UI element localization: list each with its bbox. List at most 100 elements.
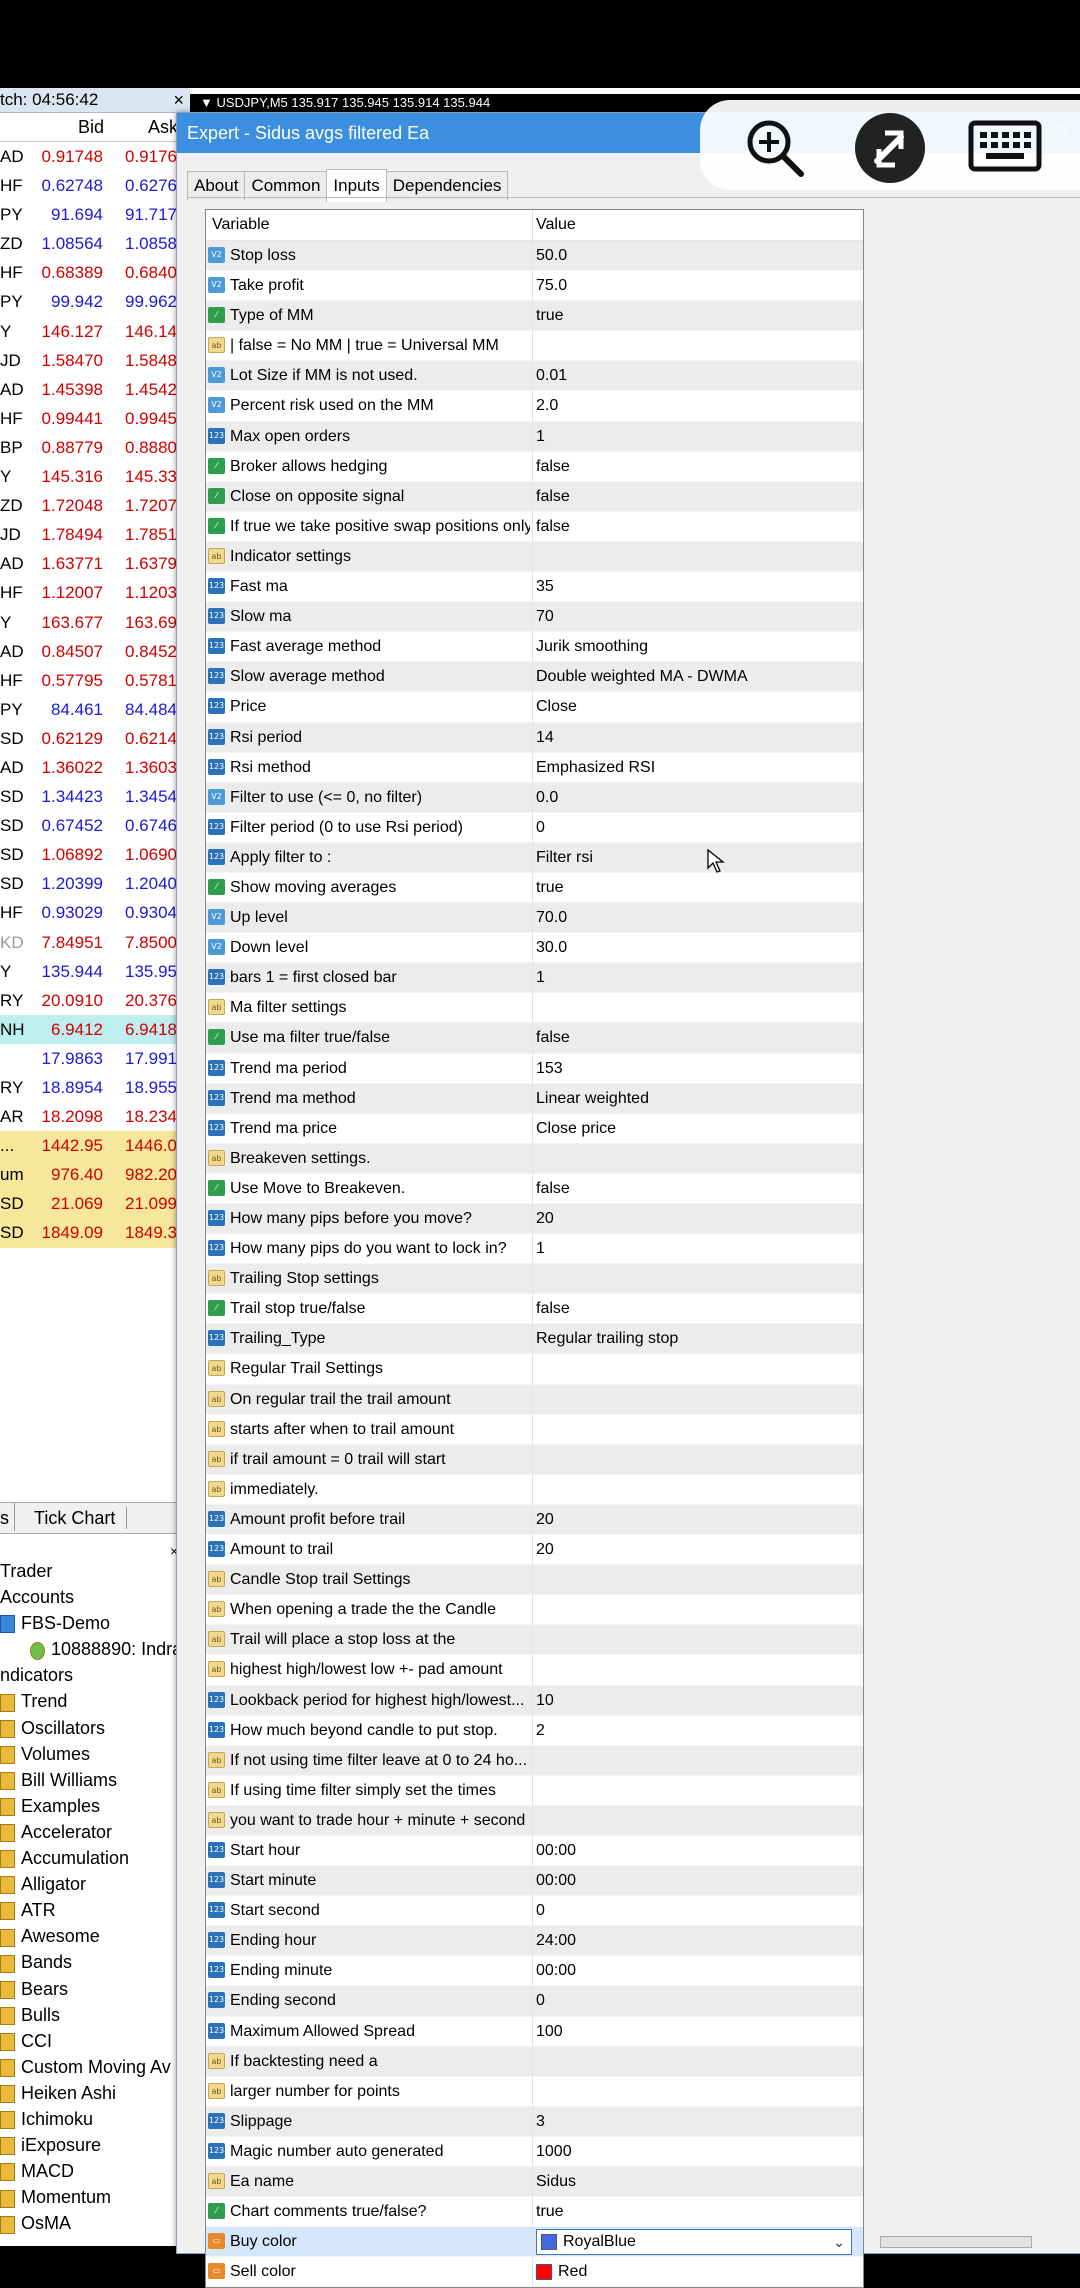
input-value[interactable]: 100 bbox=[536, 2017, 856, 2046]
navigator-item[interactable]: Custom Moving Av bbox=[0, 2054, 190, 2080]
navigator-item[interactable]: OsMA bbox=[0, 2210, 190, 2236]
input-value[interactable]: false bbox=[536, 512, 856, 541]
market-watch-row[interactable]: ... 1442.95 1446.00 bbox=[0, 1131, 190, 1161]
input-value[interactable]: 3 bbox=[536, 2107, 856, 2136]
input-row[interactable]: 123 Maximum Allowed Spread 100 bbox=[206, 2016, 863, 2047]
market-watch-row[interactable]: AD 0.84507 0.84528 bbox=[0, 637, 190, 666]
market-watch-row[interactable]: AD 1.45398 1.45422 bbox=[0, 375, 190, 404]
input-row[interactable]: V2 Filter to use (<= 0, no filter) 0.0 bbox=[206, 782, 863, 813]
input-value[interactable]: true bbox=[536, 301, 856, 330]
market-watch-row[interactable]: Y 145.316 145.333 bbox=[0, 462, 190, 491]
input-row[interactable]: ab if trail amount = 0 trail will start bbox=[206, 1444, 863, 1475]
input-value[interactable]: false bbox=[536, 1174, 856, 1203]
navigator-item[interactable]: Bands bbox=[0, 1949, 190, 1975]
input-row[interactable]: 123 Slow ma 70 bbox=[206, 602, 863, 633]
input-row[interactable]: 123 Trend ma price Close price bbox=[206, 1113, 863, 1144]
input-row[interactable]: 123 Filter period (0 to use Rsi period) 0 bbox=[206, 812, 863, 843]
input-value[interactable]: 2.0 bbox=[536, 391, 856, 420]
input-row[interactable]: ab Trailing Stop settings bbox=[206, 1264, 863, 1295]
input-row[interactable]: 123 Amount profit before trail 20 bbox=[206, 1504, 863, 1536]
input-row[interactable]: ⁄ Broker allows hedging false bbox=[206, 451, 863, 482]
input-row[interactable]: 123 Start minute 00:00 bbox=[206, 1866, 863, 1897]
value-column-header[interactable]: Value bbox=[536, 210, 576, 240]
market-watch-row[interactable]: ZD 1.08564 1.08587 bbox=[0, 229, 190, 258]
navigator-item[interactable]: Accounts bbox=[0, 1584, 190, 1610]
variable-column-header[interactable]: Variable bbox=[212, 210, 270, 240]
input-row[interactable]: ⁄ Close on opposite signal false bbox=[206, 481, 863, 512]
market-watch-row[interactable]: Y 135.944 135.955 bbox=[0, 957, 190, 986]
navigator-item[interactable]: Accumulation bbox=[0, 1845, 190, 1871]
tab-symbols[interactable]: s bbox=[0, 1503, 9, 1533]
remote-desktop-icon[interactable] bbox=[855, 113, 925, 183]
input-row[interactable]: ab starts after when to trail amount bbox=[206, 1414, 863, 1445]
input-value[interactable]: 1 bbox=[536, 422, 856, 451]
market-watch-row[interactable]: SD 1.34423 1.34540 bbox=[0, 782, 190, 811]
input-row[interactable]: ab larger number for points bbox=[206, 2076, 863, 2107]
bid-column-header[interactable]: Bid bbox=[78, 113, 104, 141]
input-row[interactable]: ab When opening a trade the the Candle bbox=[206, 1595, 863, 1626]
navigator-item[interactable]: ATR bbox=[0, 1897, 190, 1923]
input-row[interactable]: ab Breakeven settings. bbox=[206, 1143, 863, 1174]
navigator-item[interactable]: Accelerator bbox=[0, 1819, 190, 1845]
input-row[interactable]: ab On regular trail the trail amount bbox=[206, 1384, 863, 1415]
market-watch-row[interactable]: HF 0.57795 0.57815 bbox=[0, 666, 190, 695]
input-row[interactable]: 123 Lookback period for highest high/lowe… bbox=[206, 1685, 863, 1716]
input-row[interactable]: ⁄ Chart comments true/false? true bbox=[206, 2197, 863, 2228]
navigator-item[interactable]: Oscillators bbox=[0, 1715, 190, 1741]
input-value[interactable]: false bbox=[536, 482, 856, 511]
input-row[interactable]: ab | false = No MM | true = Universal MM bbox=[206, 331, 863, 362]
input-row[interactable]: ab Regular Trail Settings bbox=[206, 1354, 863, 1385]
input-value[interactable]: 00:00 bbox=[536, 1836, 856, 1865]
ask-column-header[interactable]: Ask bbox=[148, 113, 178, 141]
input-value[interactable]: 0 bbox=[536, 1896, 856, 1925]
input-value[interactable]: 70.0 bbox=[536, 903, 856, 932]
dialog-button-partial[interactable] bbox=[880, 2236, 1032, 2248]
input-row[interactable]: 123 Slow average method Double weighted MA… bbox=[206, 662, 863, 693]
navigator-item[interactable]: Heiken Ashi bbox=[0, 2080, 190, 2106]
input-value[interactable]: 35 bbox=[536, 572, 856, 601]
input-row[interactable]: ⁄ Use Move to Breakeven. false bbox=[206, 1173, 863, 1204]
input-value[interactable]: 1 bbox=[536, 1234, 856, 1263]
input-value[interactable]: Filter rsi bbox=[536, 843, 856, 872]
navigator-item[interactable]: Examples bbox=[0, 1793, 190, 1819]
input-row[interactable]: ab Ea name Sidus bbox=[206, 2167, 863, 2198]
input-row[interactable]: 123 How much beyond candle to put stop. 2 bbox=[206, 1715, 863, 1746]
market-watch-row[interactable]: HF 0.99441 0.99459 bbox=[0, 404, 190, 433]
market-watch-row[interactable]: Y 146.127 146.144 bbox=[0, 317, 190, 346]
input-value[interactable]: Emphasized RSI bbox=[536, 753, 856, 782]
market-watch-row[interactable]: SD 1.06892 1.06901 bbox=[0, 840, 190, 869]
navigator-item[interactable]: Bill Williams bbox=[0, 1767, 190, 1793]
market-watch-row[interactable]: PY 84.461 84.484 bbox=[0, 695, 190, 724]
market-watch-row[interactable]: HF 0.93029 0.93040 bbox=[0, 898, 190, 927]
input-row[interactable]: ab If not using time filter leave at 0 to… bbox=[206, 1745, 863, 1776]
navigator-item[interactable]: CCI bbox=[0, 2028, 190, 2054]
navigator-item[interactable]: Ichimoku bbox=[0, 2106, 190, 2132]
input-row[interactable]: V2 Stop loss 50.0 bbox=[206, 241, 863, 272]
input-row[interactable]: ⁄ If true we take positive swap positions… bbox=[206, 511, 863, 542]
input-row[interactable]: ab immediately. bbox=[206, 1474, 863, 1505]
market-watch-row[interactable]: HF 1.12007 1.12031 bbox=[0, 578, 190, 607]
input-row[interactable]: 123 Fast average method Jurik smoothing bbox=[206, 632, 863, 663]
input-row[interactable]: ab If using time filter simply set the ti… bbox=[206, 1775, 863, 1806]
market-watch-row[interactable]: AD 1.36022 1.36034 bbox=[0, 753, 190, 782]
market-watch-row[interactable]: SD 1849.09 1849.37 bbox=[0, 1218, 190, 1248]
input-row[interactable]: ab Ma filter settings bbox=[206, 993, 863, 1024]
input-row[interactable]: ab highest high/lowest low +- pad amount bbox=[206, 1655, 863, 1686]
tab-tick-chart[interactable]: Tick Chart bbox=[34, 1503, 115, 1533]
market-watch-row[interactable]: AD 1.63771 1.63793 bbox=[0, 549, 190, 578]
input-row[interactable]: 123 How many pips do you want to lock in?… bbox=[206, 1234, 863, 1265]
input-value[interactable]: 14 bbox=[536, 723, 856, 752]
input-row[interactable]: 123 Trailing_Type Regular trailing stop bbox=[206, 1324, 863, 1355]
navigator-item[interactable]: MACD bbox=[0, 2158, 190, 2184]
navigator-item[interactable]: 10888890: Indra bbox=[0, 1636, 190, 1662]
market-watch-row[interactable]: RY 18.8954 18.9558 bbox=[0, 1073, 190, 1102]
market-watch-row[interactable]: PY 91.694 91.717 bbox=[0, 200, 190, 229]
input-value[interactable]: Regular trailing stop bbox=[536, 1324, 856, 1353]
input-value[interactable]: 10 bbox=[536, 1686, 856, 1715]
input-row[interactable]: ab Trail will place a stop loss at the bbox=[206, 1625, 863, 1656]
market-watch-row[interactable]: PY 99.942 99.962 bbox=[0, 287, 190, 316]
market-watch-row[interactable]: SD 1.20399 1.20409 bbox=[0, 869, 190, 898]
input-row[interactable]: 123 Trend ma method Linear weighted bbox=[206, 1083, 863, 1114]
input-row[interactable]: 123 Start hour 00:00 bbox=[206, 1835, 863, 1867]
input-row[interactable]: ab If backtesting need a bbox=[206, 2046, 863, 2077]
